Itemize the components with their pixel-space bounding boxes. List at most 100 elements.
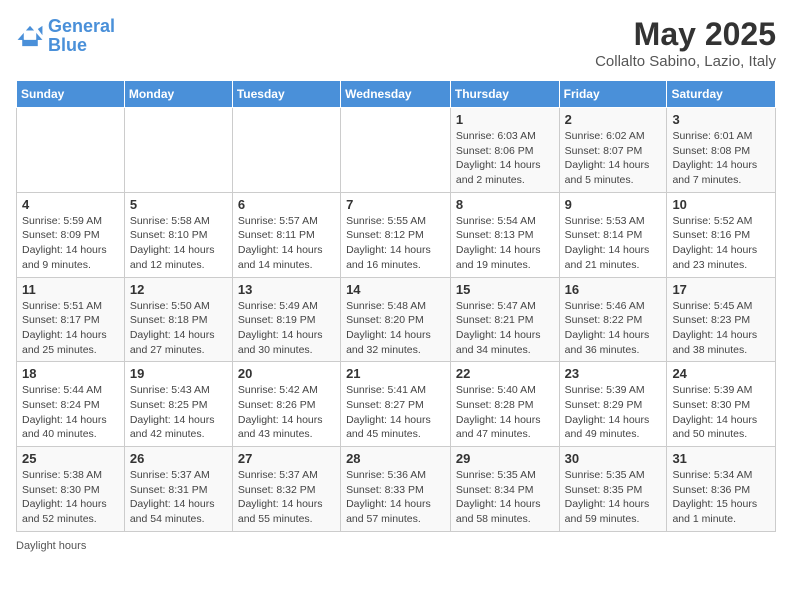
page-header: General Blue May 2025 Collalto Sabino, L… (16, 16, 776, 70)
day-number: 22 (456, 366, 554, 381)
col-header-tuesday: Tuesday (232, 81, 340, 108)
day-info: Sunrise: 5:58 AM Sunset: 8:10 PM Dayligh… (130, 214, 227, 273)
day-number: 10 (672, 197, 770, 212)
calendar-cell: 7 Sunrise: 5:55 AM Sunset: 8:12 PM Daylig… (341, 192, 451, 277)
logo-icon (16, 24, 44, 48)
day-info: Sunrise: 5:44 AM Sunset: 8:24 PM Dayligh… (22, 383, 119, 442)
col-header-saturday: Saturday (667, 81, 776, 108)
day-number: 15 (456, 282, 554, 297)
day-number: 25 (22, 451, 119, 466)
calendar-cell (124, 108, 232, 193)
day-info: Sunrise: 5:37 AM Sunset: 8:32 PM Dayligh… (238, 468, 335, 527)
week-row-4: 18 Sunrise: 5:44 AM Sunset: 8:24 PM Dayli… (17, 362, 776, 447)
calendar-cell: 21Sunrise: 5:41 AM Sunset: 8:27 PM Dayli… (341, 362, 451, 447)
calendar-cell: 22 Sunrise: 5:40 AM Sunset: 8:28 PM Dayli… (450, 362, 559, 447)
day-info: Sunrise: 5:40 AM Sunset: 8:28 PM Dayligh… (456, 383, 554, 442)
calendar-header-row: SundayMondayTuesdayWednesdayThursdayFrid… (17, 81, 776, 108)
week-row-2: 4 Sunrise: 5:59 AM Sunset: 8:09 PM Daylig… (17, 192, 776, 277)
title-block: May 2025 Collalto Sabino, Lazio, Italy (595, 16, 776, 70)
calendar-cell: 8Sunrise: 5:54 AM Sunset: 8:13 PM Daylig… (450, 192, 559, 277)
day-number: 17 (672, 282, 770, 297)
calendar-cell: 13 Sunrise: 5:49 AM Sunset: 8:19 PM Dayli… (232, 277, 340, 362)
calendar-cell: 11 Sunrise: 5:51 AM Sunset: 8:17 PM Dayli… (17, 277, 125, 362)
col-header-wednesday: Wednesday (341, 81, 451, 108)
calendar-cell: 20 Sunrise: 5:42 AM Sunset: 8:26 PM Dayli… (232, 362, 340, 447)
calendar-cell: 26 Sunrise: 5:37 AM Sunset: 8:31 PM Dayli… (124, 447, 232, 532)
week-row-5: 25 Sunrise: 5:38 AM Sunset: 8:30 PM Dayli… (17, 447, 776, 532)
day-info: Sunrise: 5:35 AM Sunset: 8:34 PM Dayligh… (456, 468, 554, 527)
calendar-cell: 15Sunrise: 5:47 AM Sunset: 8:21 PM Dayli… (450, 277, 559, 362)
day-info: Sunrise: 5:43 AM Sunset: 8:25 PM Dayligh… (130, 383, 227, 442)
day-number: 2 (565, 112, 662, 127)
day-number: 4 (22, 197, 119, 212)
day-number: 7 (346, 197, 445, 212)
calendar-cell: 16Sunrise: 5:46 AM Sunset: 8:22 PM Dayli… (559, 277, 667, 362)
calendar-cell: 31 Sunrise: 5:34 AM Sunset: 8:36 PM Dayli… (667, 447, 776, 532)
day-info: Sunrise: 6:02 AM Sunset: 8:07 PM Dayligh… (565, 129, 662, 188)
day-number: 30 (565, 451, 662, 466)
day-info: Sunrise: 5:54 AM Sunset: 8:13 PM Dayligh… (456, 214, 554, 273)
calendar-cell: 1 Sunrise: 6:03 AM Sunset: 8:06 PM Daylig… (450, 108, 559, 193)
calendar-cell: 9Sunrise: 5:53 AM Sunset: 8:14 PM Daylig… (559, 192, 667, 277)
day-info: Sunrise: 5:34 AM Sunset: 8:36 PM Dayligh… (672, 468, 770, 527)
day-info: Sunrise: 5:42 AM Sunset: 8:26 PM Dayligh… (238, 383, 335, 442)
day-number: 19 (130, 366, 227, 381)
calendar-cell: 23 Sunrise: 5:39 AM Sunset: 8:29 PM Dayli… (559, 362, 667, 447)
day-info: Sunrise: 5:41 AM Sunset: 8:27 PM Dayligh… (346, 383, 445, 442)
day-number: 24 (672, 366, 770, 381)
day-number: 6 (238, 197, 335, 212)
day-info: Sunrise: 5:51 AM Sunset: 8:17 PM Dayligh… (22, 299, 119, 358)
calendar-cell: 17 Sunrise: 5:45 AM Sunset: 8:23 PM Dayli… (667, 277, 776, 362)
day-number: 26 (130, 451, 227, 466)
calendar-cell: 19 Sunrise: 5:43 AM Sunset: 8:25 PM Dayli… (124, 362, 232, 447)
day-info: Sunrise: 5:37 AM Sunset: 8:31 PM Dayligh… (130, 468, 227, 527)
calendar-cell: 6Sunrise: 5:57 AM Sunset: 8:11 PM Daylig… (232, 192, 340, 277)
main-title: May 2025 (595, 16, 776, 53)
day-number: 20 (238, 366, 335, 381)
week-row-1: 1 Sunrise: 6:03 AM Sunset: 8:06 PM Daylig… (17, 108, 776, 193)
calendar-cell: 18 Sunrise: 5:44 AM Sunset: 8:24 PM Dayli… (17, 362, 125, 447)
day-number: 28 (346, 451, 445, 466)
day-info: Sunrise: 5:45 AM Sunset: 8:23 PM Dayligh… (672, 299, 770, 358)
calendar-cell: 30 Sunrise: 5:35 AM Sunset: 8:35 PM Dayli… (559, 447, 667, 532)
col-header-friday: Friday (559, 81, 667, 108)
calendar-table: SundayMondayTuesdayWednesdayThursdayFrid… (16, 80, 776, 532)
day-info: Sunrise: 6:03 AM Sunset: 8:06 PM Dayligh… (456, 129, 554, 188)
day-number: 3 (672, 112, 770, 127)
day-info: Sunrise: 5:50 AM Sunset: 8:18 PM Dayligh… (130, 299, 227, 358)
calendar-cell: 14Sunrise: 5:48 AM Sunset: 8:20 PM Dayli… (341, 277, 451, 362)
calendar-cell: 2 Sunrise: 6:02 AM Sunset: 8:07 PM Daylig… (559, 108, 667, 193)
day-info: Sunrise: 5:36 AM Sunset: 8:33 PM Dayligh… (346, 468, 445, 527)
day-number: 16 (565, 282, 662, 297)
day-number: 18 (22, 366, 119, 381)
day-info: Sunrise: 5:59 AM Sunset: 8:09 PM Dayligh… (22, 214, 119, 273)
col-header-sunday: Sunday (17, 81, 125, 108)
day-number: 23 (565, 366, 662, 381)
day-info: Sunrise: 5:49 AM Sunset: 8:19 PM Dayligh… (238, 299, 335, 358)
calendar-cell (341, 108, 451, 193)
day-number: 9 (565, 197, 662, 212)
day-info: Sunrise: 5:35 AM Sunset: 8:35 PM Dayligh… (565, 468, 662, 527)
calendar-cell: 12Sunrise: 5:50 AM Sunset: 8:18 PM Dayli… (124, 277, 232, 362)
day-number: 1 (456, 112, 554, 127)
day-number: 13 (238, 282, 335, 297)
day-number: 29 (456, 451, 554, 466)
calendar-cell: 27 Sunrise: 5:37 AM Sunset: 8:32 PM Dayli… (232, 447, 340, 532)
col-header-thursday: Thursday (450, 81, 559, 108)
logo: General Blue (16, 16, 115, 56)
day-number: 11 (22, 282, 119, 297)
col-header-monday: Monday (124, 81, 232, 108)
day-number: 27 (238, 451, 335, 466)
day-info: Sunrise: 5:38 AM Sunset: 8:30 PM Dayligh… (22, 468, 119, 527)
day-info: Sunrise: 5:55 AM Sunset: 8:12 PM Dayligh… (346, 214, 445, 273)
day-info: Sunrise: 5:39 AM Sunset: 8:29 PM Dayligh… (565, 383, 662, 442)
calendar-cell: 10 Sunrise: 5:52 AM Sunset: 8:16 PM Dayli… (667, 192, 776, 277)
calendar-cell: 3Sunrise: 6:01 AM Sunset: 8:08 PM Daylig… (667, 108, 776, 193)
footer: Daylight hours (16, 540, 776, 552)
calendar-cell: 5Sunrise: 5:58 AM Sunset: 8:10 PM Daylig… (124, 192, 232, 277)
day-info: Sunrise: 5:52 AM Sunset: 8:16 PM Dayligh… (672, 214, 770, 273)
calendar-cell: 28 Sunrise: 5:36 AM Sunset: 8:33 PM Dayli… (341, 447, 451, 532)
logo-text: General Blue (48, 16, 115, 56)
day-info: Sunrise: 5:39 AM Sunset: 8:30 PM Dayligh… (672, 383, 770, 442)
day-number: 31 (672, 451, 770, 466)
